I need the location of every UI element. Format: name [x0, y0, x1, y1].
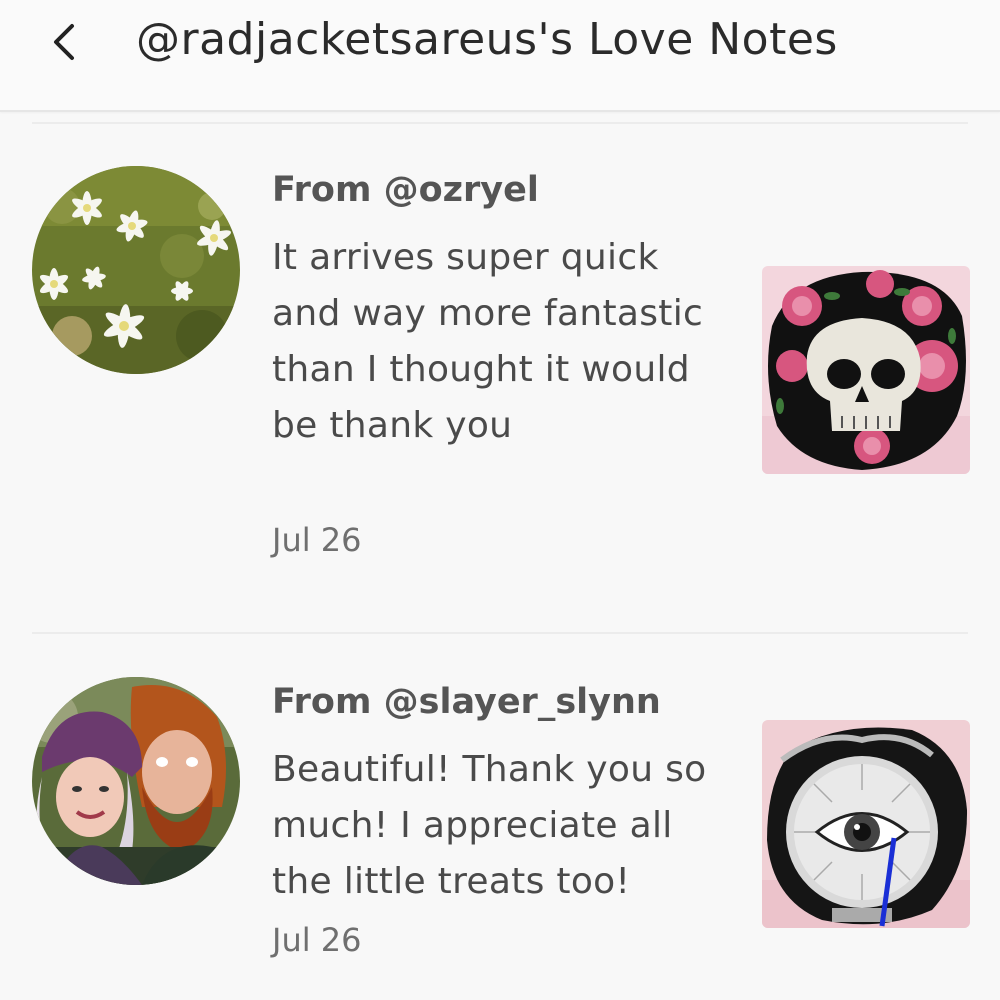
eye-crystal-ball-patch-photo: [762, 720, 970, 928]
note-message: Beautiful! Thank you so much! I apprecia…: [272, 749, 707, 902]
divider: [32, 632, 968, 634]
note-date: Jul 26: [272, 921, 362, 959]
avatar[interactable]: [32, 166, 240, 374]
back-button[interactable]: [36, 14, 92, 70]
sender-name[interactable]: From @slayer_slynn: [272, 680, 661, 724]
sender-name[interactable]: From @ozryel: [272, 168, 539, 212]
skull-roses-patch-photo: [762, 266, 970, 474]
couple-photo: [32, 677, 240, 885]
product-thumbnail[interactable]: [762, 720, 970, 928]
top-bar: @radjacketsareus's Love Notes: [0, 0, 1000, 112]
avatar[interactable]: [32, 677, 240, 885]
page-title: @radjacketsareus's Love Notes: [136, 14, 838, 65]
note-message: It arrives super quick and way more fant…: [272, 237, 704, 446]
divider: [32, 122, 968, 124]
chevron-left-icon: [54, 24, 74, 60]
note-date: Jul 26: [272, 521, 362, 559]
product-thumbnail[interactable]: [762, 266, 970, 474]
flowers-photo: [32, 166, 240, 374]
